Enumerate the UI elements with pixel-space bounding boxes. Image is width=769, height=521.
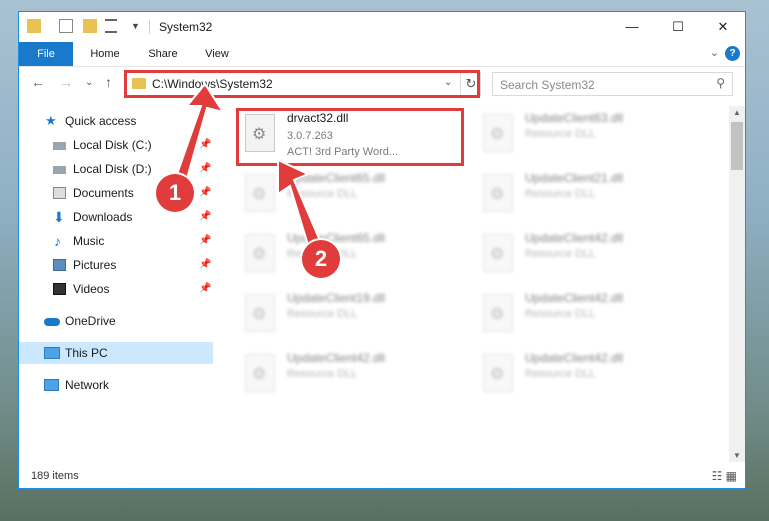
annotation-badge-2: 2 — [302, 240, 340, 278]
annotation-badge-1: 1 — [156, 174, 194, 212]
annotation-arrows — [168, 82, 326, 260]
